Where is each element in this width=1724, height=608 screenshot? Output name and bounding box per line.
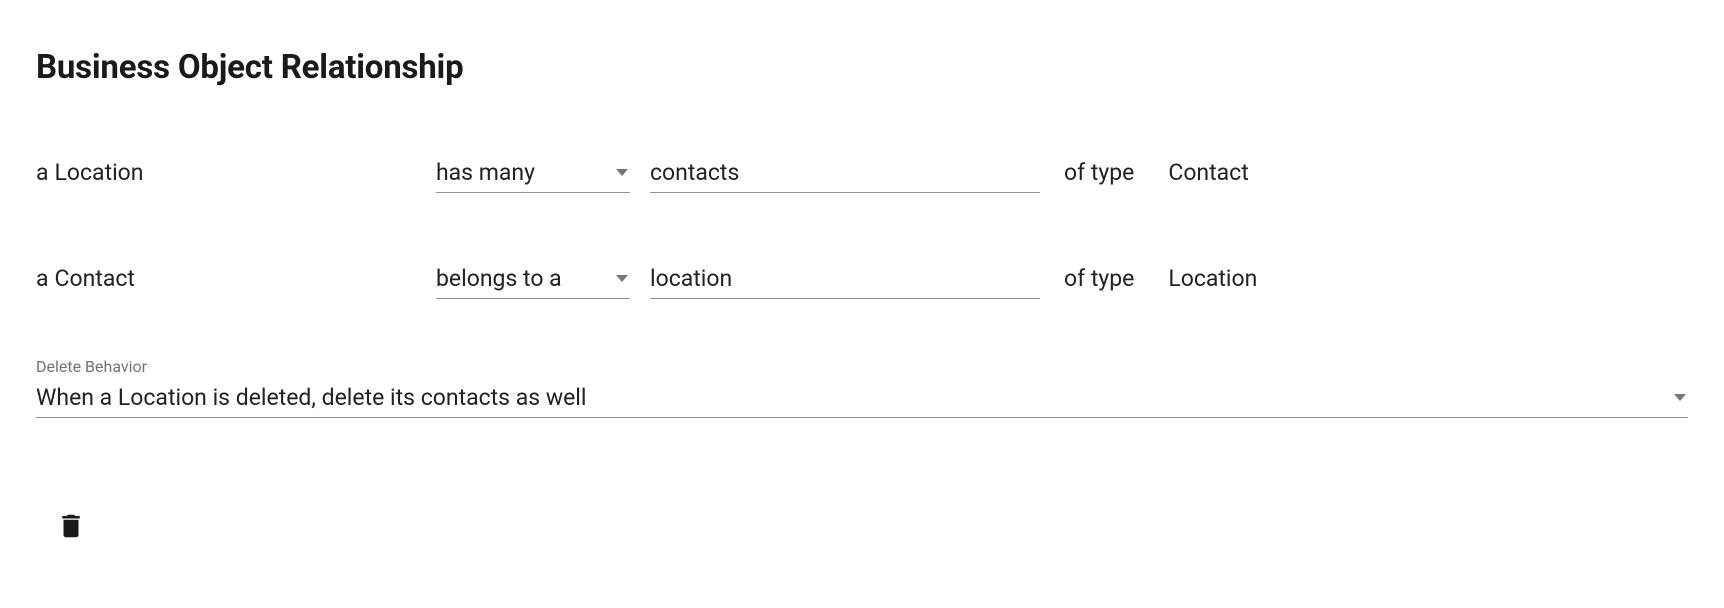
row1-of-type-label: of type [1064, 159, 1134, 186]
delete-button[interactable] [56, 508, 86, 544]
row2-prefix: a [36, 265, 49, 292]
row1-type-name: Contact [1168, 159, 1248, 186]
row2-of-type-label: of type [1064, 265, 1134, 292]
delete-behavior-section: Delete Behavior When a Location is delet… [36, 357, 1688, 418]
trash-icon [56, 508, 86, 544]
row2-field-input[interactable] [650, 265, 1040, 299]
delete-behavior-select[interactable]: When a Location is deleted, delete its c… [36, 384, 1688, 418]
row2-relation-value: belongs to a [436, 265, 616, 292]
row2-entity: Contact [55, 265, 135, 292]
caret-down-icon [616, 169, 628, 176]
page-title: Business Object Relationship [36, 48, 1688, 87]
row2-entity-label: a Contact [36, 265, 436, 292]
row1-entity-label: a Location [36, 159, 436, 186]
row1-field-input[interactable] [650, 159, 1040, 193]
row1-relation-value: has many [436, 159, 616, 186]
relation-row-2: a Contact belongs to a of type Location [36, 265, 1688, 299]
caret-down-icon [1674, 394, 1686, 401]
row1-prefix: a [36, 159, 49, 186]
delete-behavior-value: When a Location is deleted, delete its c… [36, 384, 1674, 411]
caret-down-icon [616, 275, 628, 282]
row2-type-name: Location [1168, 265, 1257, 292]
row1-entity: Location [55, 159, 144, 186]
row2-relation-select[interactable]: belongs to a [436, 265, 630, 299]
relation-row-1: a Location has many of type Contact [36, 159, 1688, 193]
row1-relation-select[interactable]: has many [436, 159, 630, 193]
delete-behavior-label: Delete Behavior [36, 357, 1688, 376]
